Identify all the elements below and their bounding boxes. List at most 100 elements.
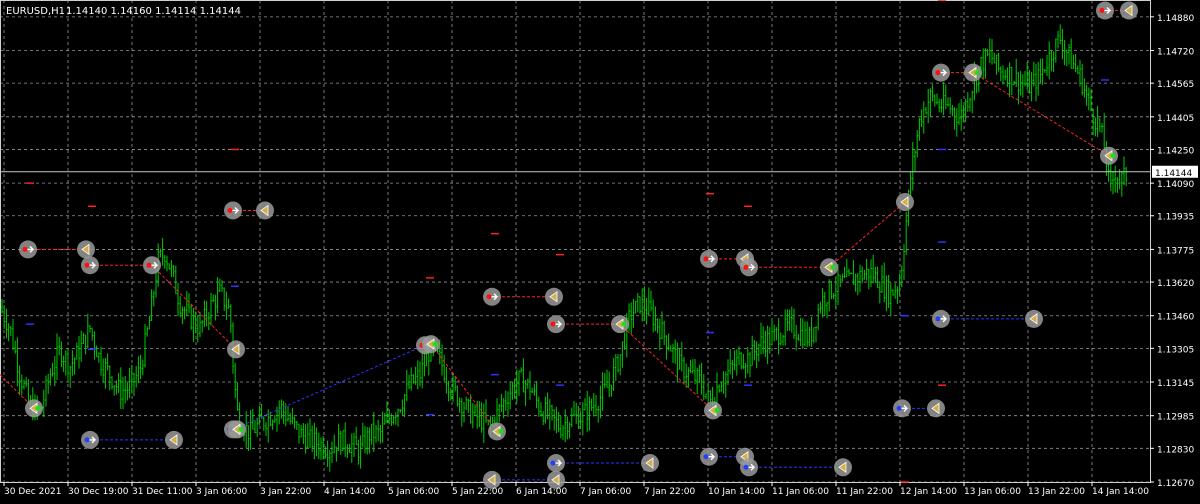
trade-marker[interactable] xyxy=(488,422,506,441)
price-axis-label: 1.12670 xyxy=(1157,479,1194,489)
time-axis-label: 5 Jan 06:00 xyxy=(388,487,440,497)
trade-marker[interactable] xyxy=(1096,1,1114,20)
blue-dot-icon xyxy=(550,460,556,466)
trade-marker[interactable] xyxy=(1100,146,1118,165)
trade-marker[interactable] xyxy=(81,256,99,275)
price-axis-label: 1.14720 xyxy=(1157,48,1194,58)
trade-marker[interactable] xyxy=(228,420,246,439)
trade-marker[interactable] xyxy=(256,201,274,220)
trade-marker[interactable] xyxy=(143,256,161,275)
blue-dot-icon xyxy=(743,464,749,470)
blue-dot-icon xyxy=(896,405,902,411)
price-axis-label: 1.13460 xyxy=(1157,313,1194,323)
red-dot-icon xyxy=(743,264,749,270)
trade-marker[interactable] xyxy=(547,454,565,473)
price-axis-label: 1.14405 xyxy=(1157,114,1194,124)
time-axis-label: 3 Jan 22:00 xyxy=(260,487,312,497)
red-dot-icon xyxy=(703,256,709,262)
trade-marker[interactable] xyxy=(227,340,245,359)
price-axis-label: 1.13935 xyxy=(1157,213,1194,223)
trade-marker[interactable] xyxy=(740,258,758,277)
green-dot-icon xyxy=(974,70,980,76)
time-axis-label: 14 Jan 14:00 xyxy=(1092,487,1149,497)
blue-dot-icon xyxy=(84,437,90,443)
symbol-label: EURUSD,H1 xyxy=(6,6,65,17)
price-axis-label: 1.14880 xyxy=(1157,14,1194,24)
trade-marker[interactable] xyxy=(641,454,659,473)
trade-marker[interactable] xyxy=(820,258,838,277)
price-axis-label: 1.13145 xyxy=(1157,379,1194,389)
time-axis-label: 7 Jan 06:00 xyxy=(580,487,632,497)
trade-marker[interactable] xyxy=(893,399,911,418)
time-axis-label: 13 Jan 06:00 xyxy=(964,487,1021,497)
time-axis-label: 3 Jan 06:00 xyxy=(196,487,248,497)
green-dot-icon xyxy=(714,407,720,413)
trade-marker[interactable] xyxy=(1025,309,1043,328)
trade-marker[interactable] xyxy=(483,287,501,306)
chart-window[interactable]: 1.14880 1.14720 1.14565 1.14405 1.14250 1.140… xyxy=(0,0,1200,500)
price-axis-label: 1.14250 xyxy=(1157,146,1194,156)
ohlc-label: 1.14140 1.14160 1.14114 1.14144 xyxy=(66,6,241,17)
trade-marker[interactable] xyxy=(704,401,722,420)
trade-marker[interactable] xyxy=(1120,1,1138,20)
blue-dot-icon xyxy=(935,316,941,322)
trade-marker[interactable] xyxy=(964,63,982,82)
trade-marker[interactable] xyxy=(77,240,95,259)
trade-marker[interactable] xyxy=(545,287,563,306)
time-axis-label: 31 Dec 11:00 xyxy=(132,487,193,497)
trade-marker[interactable] xyxy=(896,193,914,212)
red-dot-icon xyxy=(22,246,28,252)
red-dot-icon xyxy=(227,207,233,213)
green-dot-icon xyxy=(830,264,836,270)
green-dot-icon xyxy=(238,426,244,432)
trade-marker[interactable] xyxy=(932,63,950,82)
trade-marker[interactable] xyxy=(25,399,43,418)
price-axis-label: 1.14565 xyxy=(1157,80,1194,90)
time-axis-label: 10 Jan 14:00 xyxy=(708,487,765,497)
trade-marker[interactable] xyxy=(700,447,718,466)
green-dot-icon xyxy=(498,428,504,434)
trade-marker[interactable] xyxy=(611,315,629,334)
time-axis-label: 6 Jan 14:00 xyxy=(516,487,568,497)
red-dot-icon xyxy=(146,262,152,268)
time-axis-label: 5 Jan 22:00 xyxy=(452,487,504,497)
trade-marker[interactable] xyxy=(224,201,242,220)
time-axis-label: 7 Jan 22:00 xyxy=(644,487,696,497)
price-axis-label: 1.12985 xyxy=(1157,413,1194,423)
candles xyxy=(1,24,1128,472)
green-dot-icon xyxy=(35,405,41,411)
trade-marker[interactable] xyxy=(700,249,718,268)
trade-marker[interactable] xyxy=(834,458,852,477)
red-dot-icon xyxy=(84,262,90,268)
price-axis-label: 1.13305 xyxy=(1157,345,1194,355)
trade-marker[interactable] xyxy=(932,309,950,328)
green-dot-icon xyxy=(432,341,438,347)
price-axis-label: 1.12830 xyxy=(1157,445,1194,455)
red-dot-icon xyxy=(935,70,941,76)
trade-marker[interactable] xyxy=(547,315,565,334)
trade-marker[interactable] xyxy=(19,240,37,259)
sell-trade-line xyxy=(151,264,237,350)
time-axis-label: 11 Jan 22:00 xyxy=(836,487,893,497)
trade-marker[interactable] xyxy=(81,430,99,449)
trade-marker[interactable] xyxy=(740,458,758,477)
trade-lines xyxy=(0,10,1129,481)
time-axis-label: 11 Jan 06:00 xyxy=(772,487,829,497)
time-axis-label: 4 Jan 14:00 xyxy=(324,487,376,497)
red-dot-icon xyxy=(1099,8,1105,14)
time-axis-label: 30 Dec 2021 xyxy=(4,487,62,497)
time-axis-label: 12 Jan 14:00 xyxy=(900,487,957,497)
time-axis-label: 30 Dec 19:00 xyxy=(68,487,129,497)
trade-marker[interactable] xyxy=(422,335,440,354)
price-axis-label: 1.14090 xyxy=(1157,180,1194,190)
red-dot-icon xyxy=(486,294,492,300)
sell-trade-line xyxy=(828,201,906,268)
red-dot-icon xyxy=(550,321,556,327)
blue-dot-icon xyxy=(703,454,709,460)
trade-marker[interactable] xyxy=(927,399,945,418)
trade-marker[interactable] xyxy=(165,430,183,449)
price-chart[interactable]: 1.14880 1.14720 1.14565 1.14405 1.14250 1.140… xyxy=(0,0,1200,500)
price-axis-label: 1.13775 xyxy=(1157,246,1194,256)
time-axis-label: 13 Jan 22:00 xyxy=(1028,487,1085,497)
current-price-label: 1.14144 xyxy=(1155,169,1192,179)
